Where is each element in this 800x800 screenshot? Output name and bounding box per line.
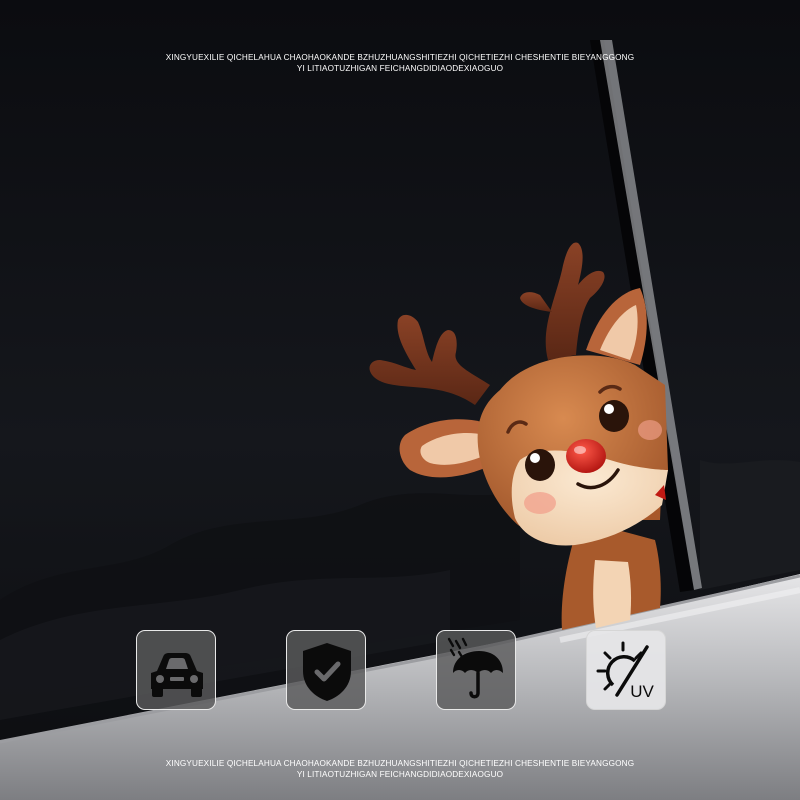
caption-bottom: XINGYUEXILIE QICHELAHUA CHAOHAOKANDE BZH… (0, 758, 800, 780)
uv-sun-icon: UV (596, 641, 654, 701)
caption-line: XINGYUEXILIE QICHELAHUA CHAOHAOKANDE BZH… (165, 759, 635, 768)
feature-tile-car (136, 630, 216, 710)
umbrella-rain-icon (447, 637, 503, 699)
feature-tile-uv: UV (586, 630, 666, 710)
car-icon (151, 653, 203, 697)
caption-line: XINGYUEXILIE QICHELAHUA CHAOHAOKANDE BZH… (165, 53, 635, 62)
caption-line: YI LITIAOTUZHIGAN FEICHANGDIDIAODEXIAOGU… (296, 64, 504, 73)
caption-line: YI LITIAOTUZHIGAN FEICHANGDIDIAODEXIAOGU… (296, 770, 504, 779)
uv-label: UV (630, 682, 654, 701)
caption-top: XINGYUEXILIE QICHELAHUA CHAOHAOKANDE BZH… (0, 52, 800, 74)
shield-check-icon (303, 643, 351, 701)
product-image: XINGYUEXILIE QICHELAHUA CHAOHAOKANDE BZH… (0, 0, 800, 800)
feature-tile-shield (286, 630, 366, 710)
car-window-scene (0, 0, 800, 800)
feature-tile-umbrella (436, 630, 516, 710)
